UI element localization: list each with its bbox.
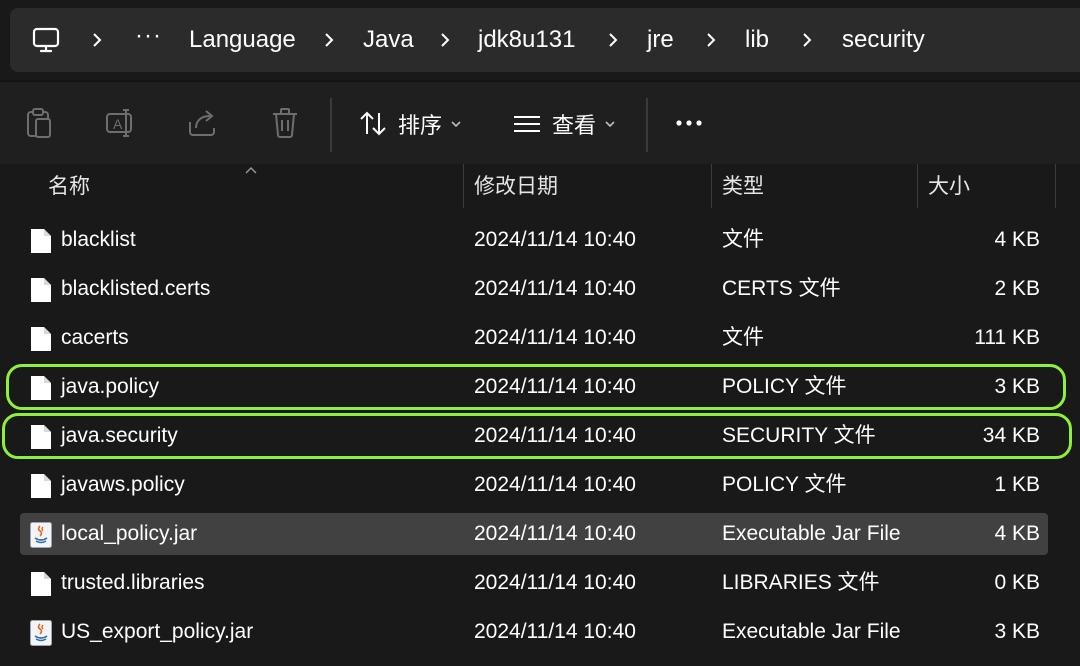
address-bar[interactable]: ··· Language Java jdk8u131 jre lib secur… — [10, 8, 1080, 72]
file-icon — [31, 278, 51, 302]
breadcrumb-overflow-button[interactable]: ··· — [135, 8, 162, 64]
toolbar-divider — [646, 98, 648, 152]
file-icon — [31, 425, 51, 449]
file-size: 2 KB — [994, 277, 1040, 300]
sort-arrows-icon — [360, 111, 386, 136]
file-name: javaws.policy — [61, 473, 185, 496]
file-modified-date: 2024/11/14 10:40 — [474, 620, 636, 643]
column-separator[interactable] — [711, 164, 712, 208]
command-bar: A 排序 查看 — [0, 80, 1080, 166]
breadcrumb-jdk8u131[interactable]: jdk8u131 — [478, 8, 575, 72]
file-row[interactable]: java.security 2024/11/14 10:40 SECURITY 文件… — [20, 415, 1048, 457]
paste-icon[interactable] — [22, 106, 56, 140]
this-pc-icon[interactable] — [32, 26, 60, 54]
file-name: blacklisted.certs — [61, 277, 211, 300]
sort-ascending-caret-icon — [245, 167, 257, 174]
file-modified-date: 2024/11/14 10:40 — [474, 228, 636, 251]
file-row[interactable]: US_export_policy.jar 2024/11/14 10:40 Exec… — [20, 611, 1048, 653]
file-size: 3 KB — [994, 375, 1040, 398]
file-name: blacklist — [61, 228, 136, 251]
file-modified-date: 2024/11/14 10:40 — [474, 424, 636, 447]
file-row[interactable]: blacklisted.certs 2024/11/14 10:40 CERTS 文… — [20, 268, 1048, 310]
file-size: 34 KB — [982, 424, 1040, 447]
column-header-size[interactable]: 大小 — [928, 164, 970, 210]
file-modified-date: 2024/11/14 10:40 — [474, 522, 636, 545]
file-name: java.policy — [61, 375, 160, 398]
file-icon — [31, 229, 51, 253]
sort-button[interactable]: 排序 — [358, 102, 462, 146]
file-row[interactable]: trusted.libraries 2024/11/14 10:40 LIBRARI… — [20, 562, 1048, 604]
file-modified-date: 2024/11/14 10:40 — [474, 571, 636, 594]
toolbar-divider — [330, 98, 332, 152]
file-row[interactable]: javaws.policy 2024/11/14 10:40 POLICY 文件 1 … — [20, 464, 1048, 506]
column-separator[interactable] — [1055, 164, 1056, 208]
sort-button-label: 排序 — [398, 113, 443, 138]
file-size: 111 KB — [974, 326, 1040, 349]
chevron-right-icon — [93, 33, 102, 47]
file-explorer-window: ··· Language Java jdk8u131 jre lib secur… — [0, 0, 1080, 666]
java-jar-icon — [30, 620, 52, 646]
file-row[interactable]: cacerts 2024/11/14 10:40 文件 111 KB — [20, 317, 1048, 359]
file-type: 文件 — [722, 228, 764, 251]
file-name: local_policy.jar — [61, 522, 198, 545]
share-icon[interactable] — [186, 106, 220, 140]
file-size: 4 KB — [994, 228, 1040, 251]
file-size: 1 KB — [994, 473, 1040, 496]
chevron-down-icon — [605, 121, 615, 128]
file-type: SECURITY 文件 — [722, 424, 876, 447]
file-type: POLICY 文件 — [722, 473, 847, 496]
svg-text:A: A — [113, 116, 123, 132]
file-type: Executable Jar File — [722, 620, 901, 643]
file-type: Executable Jar File — [722, 522, 901, 545]
file-name: US_export_policy.jar — [61, 620, 254, 643]
breadcrumb-language[interactable]: Language — [189, 8, 296, 72]
column-header-row: 名称 修改日期 类型 大小 — [0, 164, 1080, 210]
column-separator[interactable] — [463, 164, 464, 208]
file-name: java.security — [61, 424, 178, 447]
chevron-right-icon — [609, 33, 618, 47]
rename-icon[interactable]: A — [104, 106, 138, 140]
chevron-right-icon — [803, 33, 812, 47]
column-header-date[interactable]: 修改日期 — [474, 164, 558, 210]
file-size: 0 KB — [994, 571, 1040, 594]
file-icon — [31, 327, 51, 351]
view-button[interactable]: 查看 — [512, 102, 616, 146]
file-row[interactable]: blacklist 2024/11/14 10:40 文件 4 KB — [20, 219, 1048, 261]
java-jar-icon — [30, 522, 52, 548]
chevron-right-icon — [441, 33, 450, 47]
file-type: POLICY 文件 — [722, 375, 847, 398]
chevron-right-icon — [325, 33, 334, 47]
file-icon — [31, 376, 51, 400]
column-separator[interactable] — [917, 164, 918, 208]
file-size: 4 KB — [994, 522, 1040, 545]
column-header-type[interactable]: 类型 — [722, 164, 764, 210]
chevron-right-icon — [707, 33, 716, 47]
breadcrumb-security[interactable]: security — [842, 8, 925, 72]
file-modified-date: 2024/11/14 10:40 — [474, 326, 636, 349]
delete-icon[interactable] — [268, 106, 302, 140]
chevron-down-icon — [451, 121, 461, 128]
file-row[interactable]: java.policy 2024/11/14 10:40 POLICY 文件 3 KB — [20, 366, 1048, 408]
file-icon — [31, 474, 51, 498]
breadcrumb-java[interactable]: Java — [363, 8, 414, 72]
file-name: trusted.libraries — [61, 571, 205, 594]
file-type: 文件 — [722, 326, 764, 349]
list-view-icon — [514, 116, 540, 132]
more-options-button[interactable] — [672, 104, 708, 140]
file-size: 3 KB — [994, 620, 1040, 643]
file-modified-date: 2024/11/14 10:40 — [474, 277, 636, 300]
file-row[interactable]: local_policy.jar 2024/11/14 10:40 Executab… — [20, 513, 1048, 555]
view-button-label: 查看 — [552, 113, 597, 138]
file-modified-date: 2024/11/14 10:40 — [474, 473, 636, 496]
breadcrumb-jre[interactable]: jre — [647, 8, 674, 72]
file-icon — [31, 572, 51, 596]
breadcrumb-lib[interactable]: lib — [745, 8, 769, 72]
file-name: cacerts — [61, 326, 129, 349]
column-header-name[interactable]: 名称 — [48, 164, 90, 210]
file-modified-date: 2024/11/14 10:40 — [474, 375, 636, 398]
file-type: CERTS 文件 — [722, 277, 841, 300]
file-type: LIBRARIES 文件 — [722, 571, 880, 594]
